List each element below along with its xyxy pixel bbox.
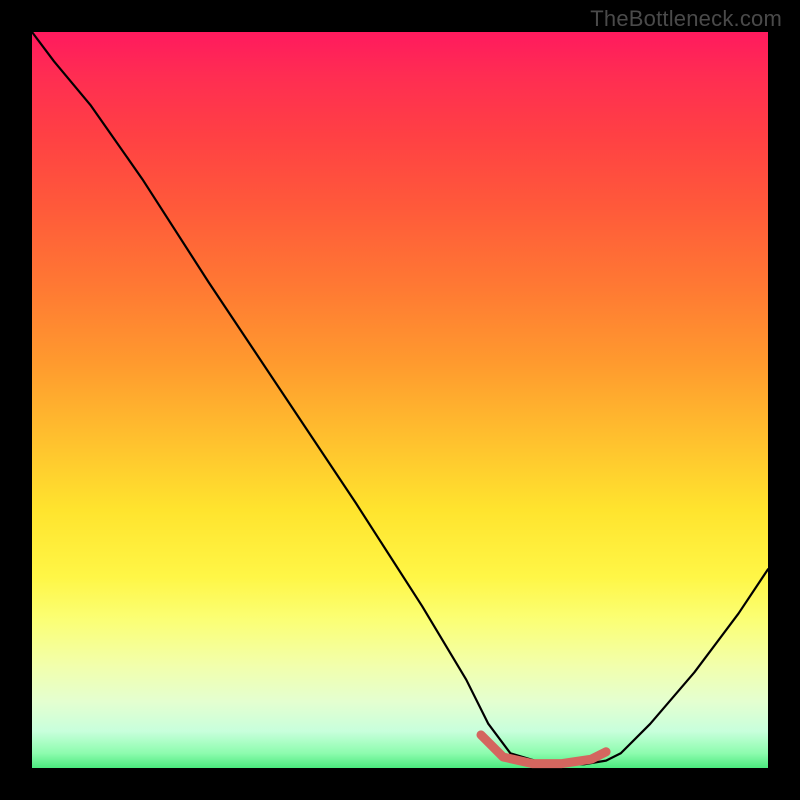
watermark-text: TheBottleneck.com xyxy=(590,6,782,32)
bottleneck-curve-path xyxy=(32,32,768,764)
plot-area xyxy=(32,32,768,768)
bottleneck-chart-svg xyxy=(32,32,768,768)
chart-frame: TheBottleneck.com xyxy=(0,0,800,800)
